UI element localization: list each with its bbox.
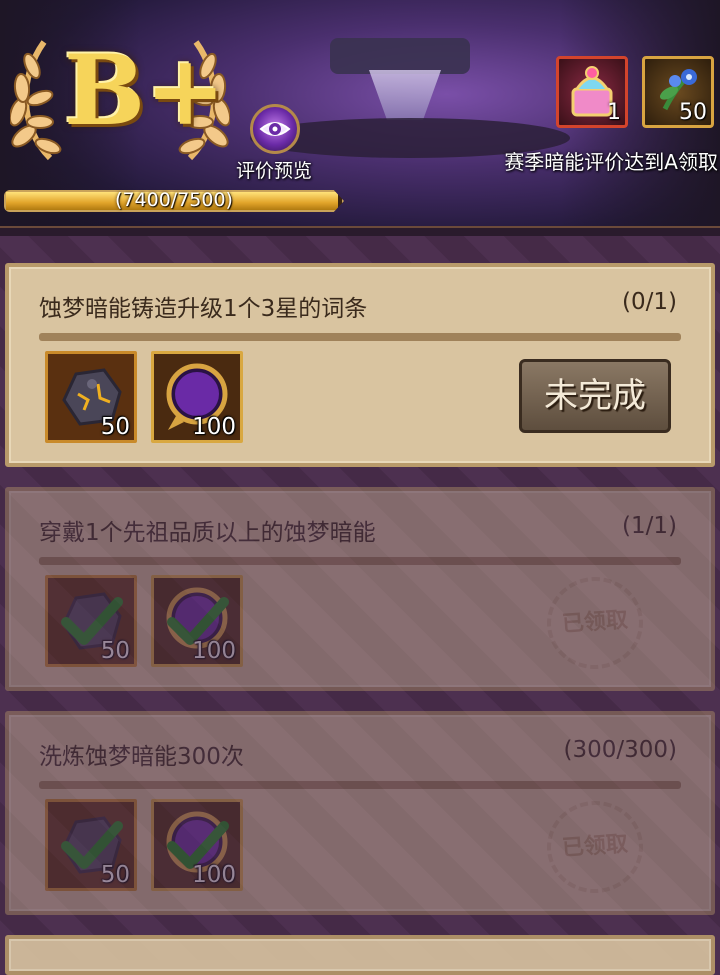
season-reward-condition: 赛季暗能评价达到A领取 (504, 150, 718, 174)
reward-quantity: 50 (679, 100, 707, 125)
season-reward-1[interactable]: 1 (556, 56, 628, 128)
grade-progress-text: (7400/7500) (115, 189, 233, 211)
task-title: 蚀梦暗能铸造升级1个3星的词条 (39, 296, 368, 322)
task-progress: (0/1) (622, 289, 677, 315)
divider (39, 333, 681, 341)
reward-quantity: 1 (607, 100, 621, 125)
task-card (5, 935, 715, 975)
incomplete-button[interactable]: 未完成 (519, 359, 671, 433)
reward-item-orb[interactable]: 100 (151, 575, 243, 667)
task-title: 洗炼蚀梦暗能300次 (39, 744, 244, 770)
season-reward-2[interactable]: 50 (642, 56, 714, 128)
item-quantity: 100 (192, 862, 236, 888)
reward-item-orb[interactable]: 100 (151, 351, 243, 443)
reward-item-orb[interactable]: 100 (151, 799, 243, 891)
reward-item-ore[interactable]: 50 (45, 799, 137, 891)
task-card: 蚀梦暗能铸造升级1个3星的词条 (0/1) 50 100 未完成 (5, 263, 715, 467)
task-progress: (1/1) (622, 513, 677, 539)
task-card: 洗炼蚀梦暗能300次 (300/300) 50 100 已领取 (5, 711, 715, 915)
divider (39, 781, 681, 789)
reward-item-ore[interactable]: 50 (45, 351, 137, 443)
claimed-stamp: 已领取 (543, 573, 647, 673)
reward-item-ore[interactable]: 50 (45, 575, 137, 667)
eye-icon (250, 104, 300, 154)
crystal-decoration (369, 70, 441, 120)
claimed-stamp: 已领取 (543, 797, 647, 897)
task-progress: (300/300) (563, 737, 678, 763)
item-quantity: 100 (192, 414, 236, 440)
cauldron-top-decoration (330, 38, 470, 74)
preview-label: 评价预览 (235, 160, 312, 182)
item-quantity: 50 (100, 862, 130, 888)
task-title: 穿戴1个先祖品质以上的蚀梦暗能 (39, 520, 376, 546)
task-card: 穿戴1个先祖品质以上的蚀梦暗能 (1/1) 50 100 已领取 (5, 487, 715, 691)
header-banner: B+ 评价预览 1 50 赛季暗能评价达到A领取 (7400/7500) (0, 0, 720, 236)
grade-label: B+ (64, 34, 226, 147)
item-quantity: 100 (192, 638, 236, 664)
divider (39, 557, 681, 565)
evaluation-preview-button[interactable]: 评价预览 (226, 104, 322, 184)
grade-emblem: B+ (10, 28, 230, 168)
item-quantity: 50 (100, 414, 130, 440)
task-list[interactable]: 蚀梦暗能铸造升级1个3星的词条 (0/1) 50 100 未完成 穿戴1个先祖品… (0, 236, 720, 975)
item-quantity: 50 (100, 638, 130, 664)
